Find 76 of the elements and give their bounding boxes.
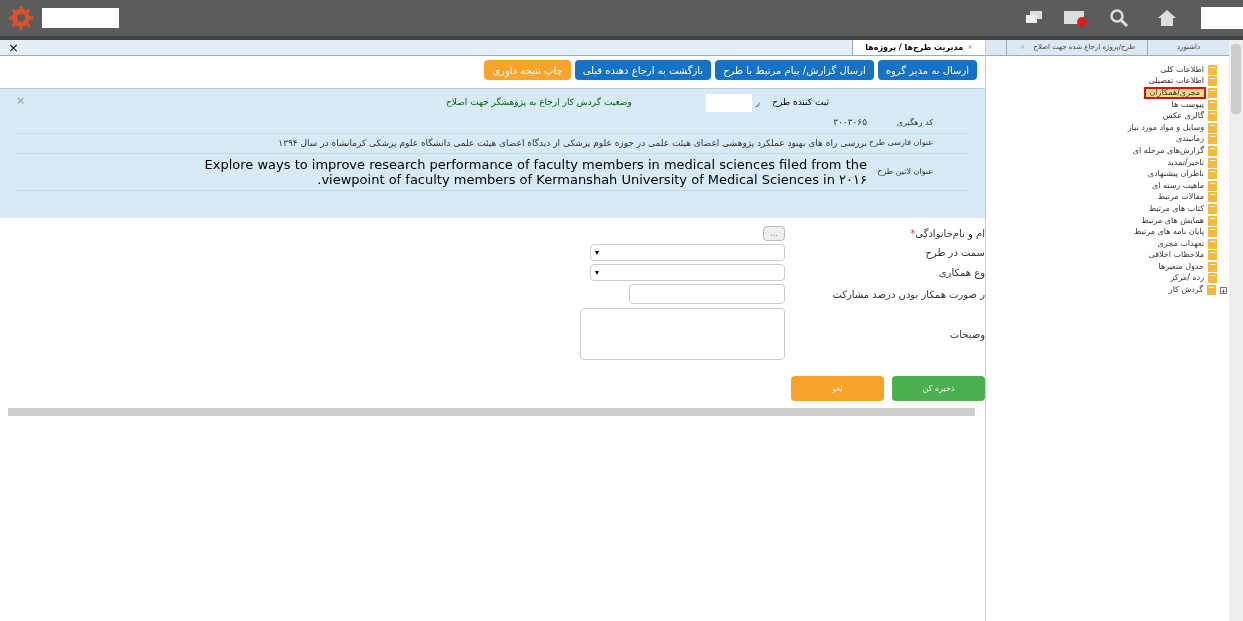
search-field[interactable] [42,8,119,28]
folder-icon [1208,88,1217,98]
folder-icon [1208,134,1217,145]
info-value: Explore ways to improve research performance of faculty members in medical sciences filed from the viewpoint of faculty members of Kermanshah University of Medical Sciences in ۲۰۱۶. [203,157,867,187]
required-mark: * [910,228,916,239]
folder-icon [1208,192,1217,203]
chat-icon[interactable] [1025,10,1043,26]
gear-logo-icon [8,5,34,31]
action-button[interactable]: ارسال به مدیر گروه [877,60,977,80]
description-field[interactable] [580,308,785,360]
tree-item[interactable]: اطلاعات تفصیلی [1148,77,1204,86]
search-icon[interactable] [1109,8,1129,28]
dropdown-arrow: ▾ [595,266,599,279]
input-field[interactable] [629,284,785,304]
dropdown-field[interactable]: ▾ [590,264,785,281]
tree-item[interactable]: پیوست ها [1171,100,1204,109]
tree-item[interactable]: مجری/همکاران [1145,89,1204,97]
tree-item[interactable]: مقالات مرتبط [1157,193,1204,202]
field-label: سمت در طرح [924,246,985,260]
info-value: بررسی راه های بهبود عملکرد پژوهشی اعضای هیئت علمی در حوزه علوم پزشکی از دیدگاه اعضای هیئت علمی دانشگاه علوم پزشکی کرمانشاه در سال ۱۳۹۴ [278,136,867,150]
field-label: وع همکاری [937,266,985,280]
info-label: عنوان لاتین طرح [876,166,933,178]
info-label: عنوان فارسی طرح [868,137,933,150]
folder-icon [1208,215,1217,226]
tree-item[interactable]: وسایل و مواد مورد نیاز [1127,123,1204,132]
side-panel-handle[interactable] [1231,44,1241,114]
folder-icon [1208,64,1217,75]
tree-item[interactable]: تعهدات مجری [1157,239,1204,248]
tree-item[interactable]: ماهیت رسته ای [1151,181,1204,190]
folder-icon [1208,169,1217,180]
folder-icon [1208,111,1217,122]
dropdown-arrow: ▾ [595,246,599,259]
tree-item[interactable]: گزارش‌های مرحله ای [1132,146,1204,155]
folder-icon [1208,261,1217,272]
folder-icon [1208,99,1217,110]
tree-item[interactable]: همایش های مرتبط [1141,216,1204,225]
folder-icon [1208,180,1217,191]
home-icon[interactable] [1157,9,1177,27]
folder-icon [1208,203,1217,214]
tree-item[interactable]: اطلاعات کلی [1160,65,1204,74]
mail-icon[interactable] [1063,8,1089,28]
user-field[interactable] [1201,7,1243,29]
tree-item[interactable]: جدول متغیرها [1158,262,1204,271]
tree-item[interactable]: پایان نامه های مرتبط [1134,228,1204,237]
redacted-box [705,94,752,112]
tree-item[interactable]: کتاب های مرتبط [1148,204,1204,213]
tree-item[interactable]: ناظران پیشنهادی [1147,170,1204,179]
horizontal-scrollbar[interactable] [8,408,975,416]
workflow-status: وضعیت گردش کار ارجاع به پژوهشگر جهت اصلاح [446,96,632,110]
folder-icon [1208,250,1217,261]
folder-icon [1208,157,1217,168]
folder-icon [1208,76,1217,87]
tree-item[interactable]: گالری عکس [1162,112,1204,121]
action-button[interactable]: بازگشت به ارجاع دهنده قبلی [574,60,712,80]
tree-item[interactable]: رده /مرکز [1170,274,1204,283]
folder-icon [1207,285,1216,296]
folder-icon [1208,238,1217,249]
lookup-button[interactable]: ... [763,226,785,241]
field-label: وضیحات [948,327,985,342]
registrar-value: ر [755,96,761,110]
tree-item[interactable]: تاخیر/تمدید [1167,158,1204,167]
folder-icon [1208,145,1217,156]
info-value: ۳۰۰۳۰۶۵ [833,116,867,129]
info-label: کد رهگیری [895,116,933,129]
registrar-label: ثبت کننده طرح [772,96,829,110]
tree-item[interactable]: زمانبندی [1175,135,1204,144]
folder-icon [1208,273,1217,284]
folder-icon [1208,122,1217,133]
tree-item[interactable]: ملاحظات اخلاقی [1148,251,1204,260]
field-label: ام و نام‌خانوادگی* [909,227,985,241]
field-label: ر صورت همکار بودن درصد مشارکت [831,287,985,302]
folder-icon [1208,227,1217,238]
action-button[interactable]: ارسال گزارش/ پیام مرتبط با طرح [715,60,874,80]
tree-item[interactable]: گردش کار [1168,286,1203,295]
close-icon[interactable]: × [0,41,19,54]
dropdown-field[interactable]: ▾ [590,244,785,261]
